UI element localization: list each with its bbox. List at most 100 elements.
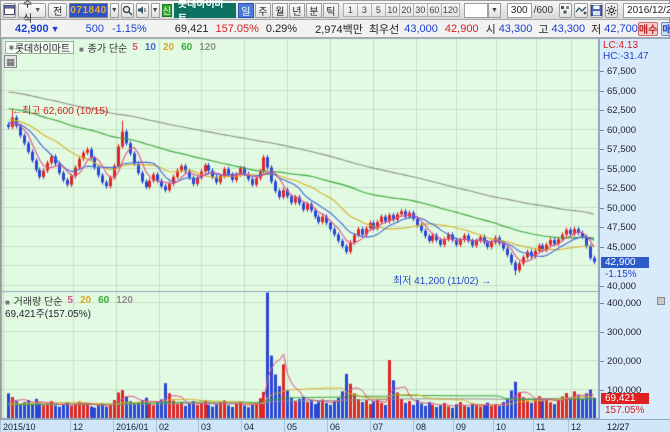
date-label-2016-01: 2016/01 (116, 422, 149, 432)
period-tab-틱[interactable]: 틱 (323, 3, 339, 18)
period-tab-월[interactable]: 월 (272, 3, 288, 18)
price-ma-legend: 5102060120 (132, 42, 216, 53)
price-axis-tick: 57,500 (607, 144, 636, 155)
down-arrow-icon: ▼ (51, 24, 60, 34)
date-label-2015-10: 2015/10 (3, 422, 36, 432)
volume-axis-tick: 300,000 (607, 327, 641, 338)
chart-canvas[interactable] (1, 38, 599, 419)
period-tab-년[interactable]: 년 (289, 3, 305, 18)
stock-name: 롯데하이마트 (174, 3, 236, 18)
ma-period-120: 120 (199, 42, 216, 53)
current-volume-badge: 69,421 (601, 393, 649, 404)
high-label: 고 (538, 21, 548, 37)
speaker-dropdown-icon[interactable]: ▼ (151, 3, 160, 18)
current-price-percent: -1.15% (605, 269, 637, 280)
volume-ratio: 157.05% (215, 23, 258, 35)
date-tick-separator (156, 420, 157, 432)
interval-button-60[interactable]: 60 (427, 3, 442, 17)
change-percent: -1.15% (112, 23, 147, 35)
date-tick-separator (70, 420, 71, 432)
panel-expand-icon[interactable] (657, 297, 665, 305)
interval-button-3[interactable]: 3 (357, 3, 372, 17)
date-label-03: 03 (201, 422, 211, 432)
empty-combo-dropdown-icon[interactable]: ▼ (488, 3, 501, 18)
interval-button-10[interactable]: 10 (385, 3, 400, 17)
stock-code-input[interactable]: 071840 (69, 3, 107, 18)
ma-period-120: 120 (116, 295, 133, 306)
ma-period-60: 60 (98, 295, 109, 306)
bar-count-input[interactable]: 300 (507, 3, 532, 18)
price-axis-tick: 60,000 (607, 125, 636, 136)
high-price: 43,300 (551, 23, 585, 35)
lc-value: LC:4.13 (603, 40, 638, 51)
date-label-11: 11 (536, 422, 545, 432)
interval-button-120[interactable]: 120 (441, 3, 460, 17)
tick-mark (600, 149, 604, 150)
interval-button-1[interactable]: 1 (343, 3, 358, 17)
compare-chart-button[interactable] (559, 3, 572, 18)
empty-combo[interactable] (464, 3, 488, 18)
date-tick-separator (327, 420, 328, 432)
line-tool-button[interactable] (574, 3, 588, 18)
date-label-08: 08 (416, 422, 426, 432)
date-label-02: 02 (159, 422, 169, 432)
tick-mark (600, 169, 604, 170)
legend-type: ■ 종가 단순 (79, 40, 127, 55)
tick-mark (600, 390, 604, 391)
gear-icon[interactable] (605, 3, 618, 18)
search-button[interactable] (121, 3, 134, 18)
date-tick-separator (284, 420, 285, 432)
asset-type-dropdown[interactable]: 주식 ▼ (18, 3, 46, 18)
toolbar: 주식 ▼ 전 071840 ▼ ▼ 신 롯데하이마트 일주월년분틱 135102… (1, 1, 669, 20)
best-ask: 43,000 (404, 23, 438, 35)
date-label-05: 05 (287, 422, 297, 432)
date-axis[interactable]: 12/27 2015/10122016/01020304050607080910… (1, 419, 670, 432)
save-button[interactable] (590, 3, 603, 18)
legend-stock-name: 롯데하이마트 (15, 40, 70, 55)
high-annotation: ←최고 62,600 (10/15) (12, 102, 108, 117)
speaker-button[interactable] (136, 3, 149, 18)
low-annotation: 최저 41,200 (11/02) → (393, 272, 491, 287)
bar-max-label: /600 (534, 5, 553, 16)
buy-button[interactable]: 매수 (638, 22, 658, 36)
chart-tool-icon[interactable]: ▦ (4, 55, 17, 68)
hc-value: HC:-31.47 (603, 51, 649, 62)
ma-period-20: 20 (163, 42, 174, 53)
jeon-button[interactable]: 전 (48, 3, 67, 18)
sell-button[interactable]: 매도 (661, 22, 670, 36)
interval-buttons: 13510203060120 (344, 3, 460, 17)
date-tick-separator (198, 420, 199, 432)
date-label-06: 06 (330, 422, 340, 432)
period-tab-분[interactable]: 분 (306, 3, 322, 18)
ma-period-10: 10 (145, 42, 156, 53)
open-price: 43,300 (499, 23, 533, 35)
tick-mark (600, 286, 604, 287)
period-tab-주[interactable]: 주 (255, 3, 271, 18)
trade-value: 2,974백만 (315, 21, 363, 37)
tick-mark (600, 361, 604, 362)
open-label: 시 (486, 21, 496, 37)
interval-button-5[interactable]: 5 (371, 3, 386, 17)
price-axis-tick: 65,000 (607, 86, 636, 97)
price-axis-tick: 52,500 (607, 183, 636, 194)
interval-button-20[interactable]: 20 (399, 3, 414, 17)
window-icon[interactable] (3, 3, 16, 18)
date-tick-separator (533, 420, 534, 432)
period-tab-일[interactable]: 일 (238, 3, 254, 18)
tick-mark (600, 91, 604, 92)
date-tick-separator (241, 420, 242, 432)
legend-stock-chip[interactable]: ■롯데하이마트 (5, 41, 74, 54)
code-dropdown-icon[interactable]: ▼ (110, 3, 119, 18)
arrow-left-icon: ← (12, 106, 22, 117)
quote-info-bar: 42,900 ▼ 500 -1.15% 69,421 157.05% 0.29%… (1, 20, 669, 38)
price-axis-tick: 67,500 (607, 66, 636, 77)
date-tick-separator (493, 420, 494, 432)
date-input[interactable]: 2016/12/27 (623, 3, 670, 18)
price-axis-tick: 45,000 (607, 242, 636, 253)
turnover-ratio: 0.29% (266, 23, 297, 35)
tick-mark (600, 332, 604, 333)
asset-type-label: 주식 (23, 0, 32, 25)
ma-period-5: 5 (132, 42, 138, 53)
price-axis-tick: 55,000 (607, 164, 636, 175)
interval-button-30[interactable]: 30 (413, 3, 428, 17)
